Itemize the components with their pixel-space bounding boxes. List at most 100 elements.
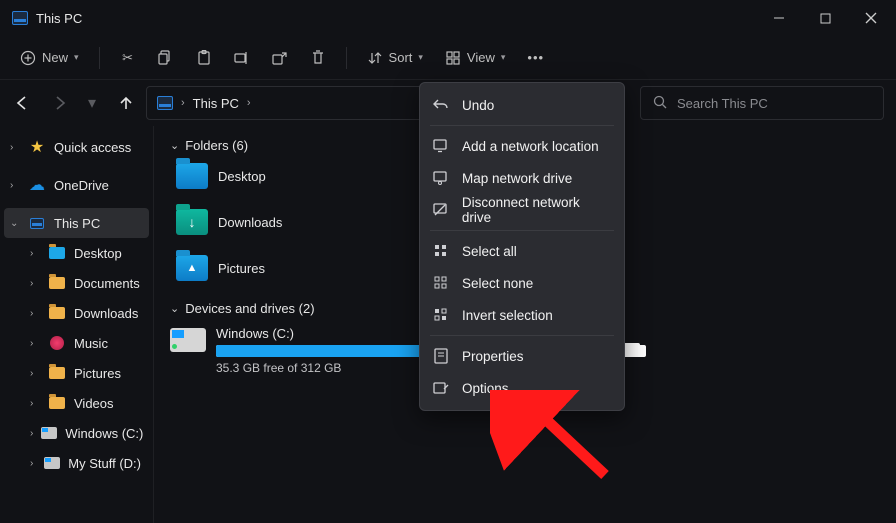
chevron-down-icon: ▾ [418, 52, 423, 63]
maximize-button[interactable] [802, 0, 848, 36]
ctx-select-none[interactable]: Select none [424, 267, 620, 299]
rename-icon [234, 50, 250, 66]
share-button[interactable] [264, 42, 296, 74]
options-icon [432, 379, 450, 397]
sort-label: Sort [389, 50, 413, 65]
sidebar-item-label: Pictures [74, 366, 121, 381]
chevron-right-icon: › [30, 308, 40, 319]
chevron-right-icon: › [30, 248, 40, 259]
this-pc-icon [28, 214, 46, 232]
network-drive-icon [432, 169, 450, 187]
ctx-label: Undo [462, 98, 494, 113]
sidebar-item-windows-c[interactable]: ›Windows (C:) [4, 418, 149, 448]
ctx-label: Add a network location [462, 139, 599, 154]
sidebar-item-label: My Stuff (D:) [68, 456, 141, 471]
sidebar-item-label: Music [74, 336, 108, 351]
sidebar-item-label: Documents [74, 276, 140, 291]
back-button[interactable] [12, 93, 32, 113]
chevron-right-icon: › [10, 142, 20, 153]
sidebar-item-onedrive[interactable]: › ☁ OneDrive [4, 170, 149, 200]
sidebar-item-label: Windows (C:) [65, 426, 143, 441]
view-button[interactable]: View ▾ [437, 42, 513, 74]
folder-label: Desktop [218, 169, 266, 184]
cut-button[interactable]: ✂ [112, 42, 144, 74]
group-header-label: Folders (6) [185, 138, 248, 153]
sidebar-item-documents[interactable]: › Documents [4, 268, 149, 298]
this-pc-icon [157, 96, 173, 110]
ctx-options[interactable]: Options [424, 372, 620, 404]
sidebar-item-label: OneDrive [54, 178, 109, 193]
ctx-label: Properties [462, 349, 524, 364]
ctx-label: Options [462, 381, 509, 396]
sidebar-item-label: This PC [54, 216, 100, 231]
chevron-right-icon: › [30, 368, 40, 379]
sidebar-item-quick-access[interactable]: › ★ Quick access [4, 132, 149, 162]
breadcrumb-location[interactable]: This PC [193, 96, 239, 111]
ctx-undo[interactable]: Undo [424, 89, 620, 121]
folder-icon: ▲ [176, 255, 208, 281]
scissors-icon: ✂ [120, 50, 136, 66]
invert-selection-icon [432, 306, 450, 324]
ctx-map-network-drive[interactable]: Map network drive [424, 162, 620, 194]
forward-button[interactable] [50, 93, 70, 113]
chevron-down-icon: ▾ [501, 52, 506, 63]
chevron-down-icon: ⌄ [170, 302, 179, 315]
monitor-plus-icon [432, 137, 450, 155]
up-button[interactable] [116, 93, 136, 113]
folder-icon [176, 163, 208, 189]
properties-icon [432, 347, 450, 365]
delete-button[interactable] [302, 42, 334, 74]
folder-icon [48, 304, 66, 322]
sidebar-item-label: Desktop [74, 246, 122, 261]
close-button[interactable] [848, 0, 894, 36]
ctx-label: Select all [462, 244, 517, 259]
chevron-right-icon: › [30, 338, 40, 349]
title-bar: This PC [0, 0, 896, 36]
music-icon [48, 334, 66, 352]
paste-button[interactable] [188, 42, 220, 74]
chevron-right-icon: › [30, 278, 40, 289]
sidebar-item-my-stuff-d[interactable]: › My Stuff (D:) [4, 448, 149, 478]
more-button[interactable]: ••• [519, 42, 552, 74]
sidebar-item-videos[interactable]: ›Videos [4, 388, 149, 418]
sidebar-item-downloads[interactable]: ›Downloads [4, 298, 149, 328]
sort-button[interactable]: Sort ▾ [359, 42, 431, 74]
sidebar-item-label: Videos [74, 396, 114, 411]
ctx-invert-selection[interactable]: Invert selection [424, 299, 620, 331]
recent-locations-button[interactable]: ▾ [88, 93, 98, 113]
group-header-label: Devices and drives (2) [185, 301, 314, 316]
sidebar-item-desktop[interactable]: › Desktop [4, 238, 149, 268]
rename-button[interactable] [226, 42, 258, 74]
folder-label: Pictures [218, 261, 265, 276]
copy-button[interactable] [150, 42, 182, 74]
folder-icon [48, 274, 66, 292]
search-icon [653, 95, 667, 112]
chevron-down-icon: ▾ [74, 52, 79, 63]
ctx-label: Map network drive [462, 171, 572, 186]
sidebar-item-music[interactable]: › Music [4, 328, 149, 358]
context-menu: Undo Add a network location Map network … [419, 82, 625, 411]
folder-label: Downloads [218, 215, 282, 230]
sidebar-item-pictures[interactable]: › Pictures [4, 358, 149, 388]
share-icon [272, 50, 288, 66]
folder-icon [48, 364, 66, 382]
folder-icon [48, 394, 66, 412]
cloud-icon: ☁ [28, 176, 46, 194]
sidebar-item-this-pc[interactable]: ⌄ This PC [4, 208, 149, 238]
copy-icon [158, 50, 174, 66]
search-box[interactable]: Search This PC [640, 86, 884, 120]
ctx-add-network-location[interactable]: Add a network location [424, 130, 620, 162]
ctx-disconnect-network-drive[interactable]: Disconnect network drive [424, 194, 620, 226]
disk-icon [41, 424, 57, 442]
select-all-icon [432, 242, 450, 260]
ctx-label: Disconnect network drive [462, 195, 612, 225]
new-button[interactable]: New ▾ [12, 42, 87, 74]
ctx-properties[interactable]: Properties [424, 340, 620, 372]
chevron-right-icon: › [10, 180, 20, 191]
ctx-select-all[interactable]: Select all [424, 235, 620, 267]
minimize-button[interactable] [756, 0, 802, 36]
plus-circle-icon [20, 50, 36, 66]
search-placeholder: Search This PC [677, 96, 768, 111]
chevron-right-icon: › [30, 458, 36, 469]
view-label: View [467, 50, 495, 65]
